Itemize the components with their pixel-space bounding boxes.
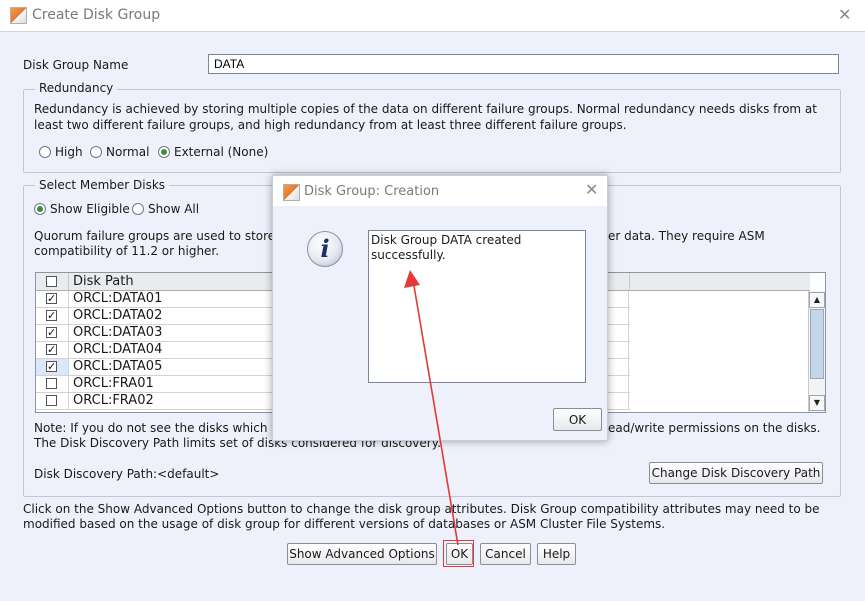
- annotation-arrow: [404, 270, 459, 546]
